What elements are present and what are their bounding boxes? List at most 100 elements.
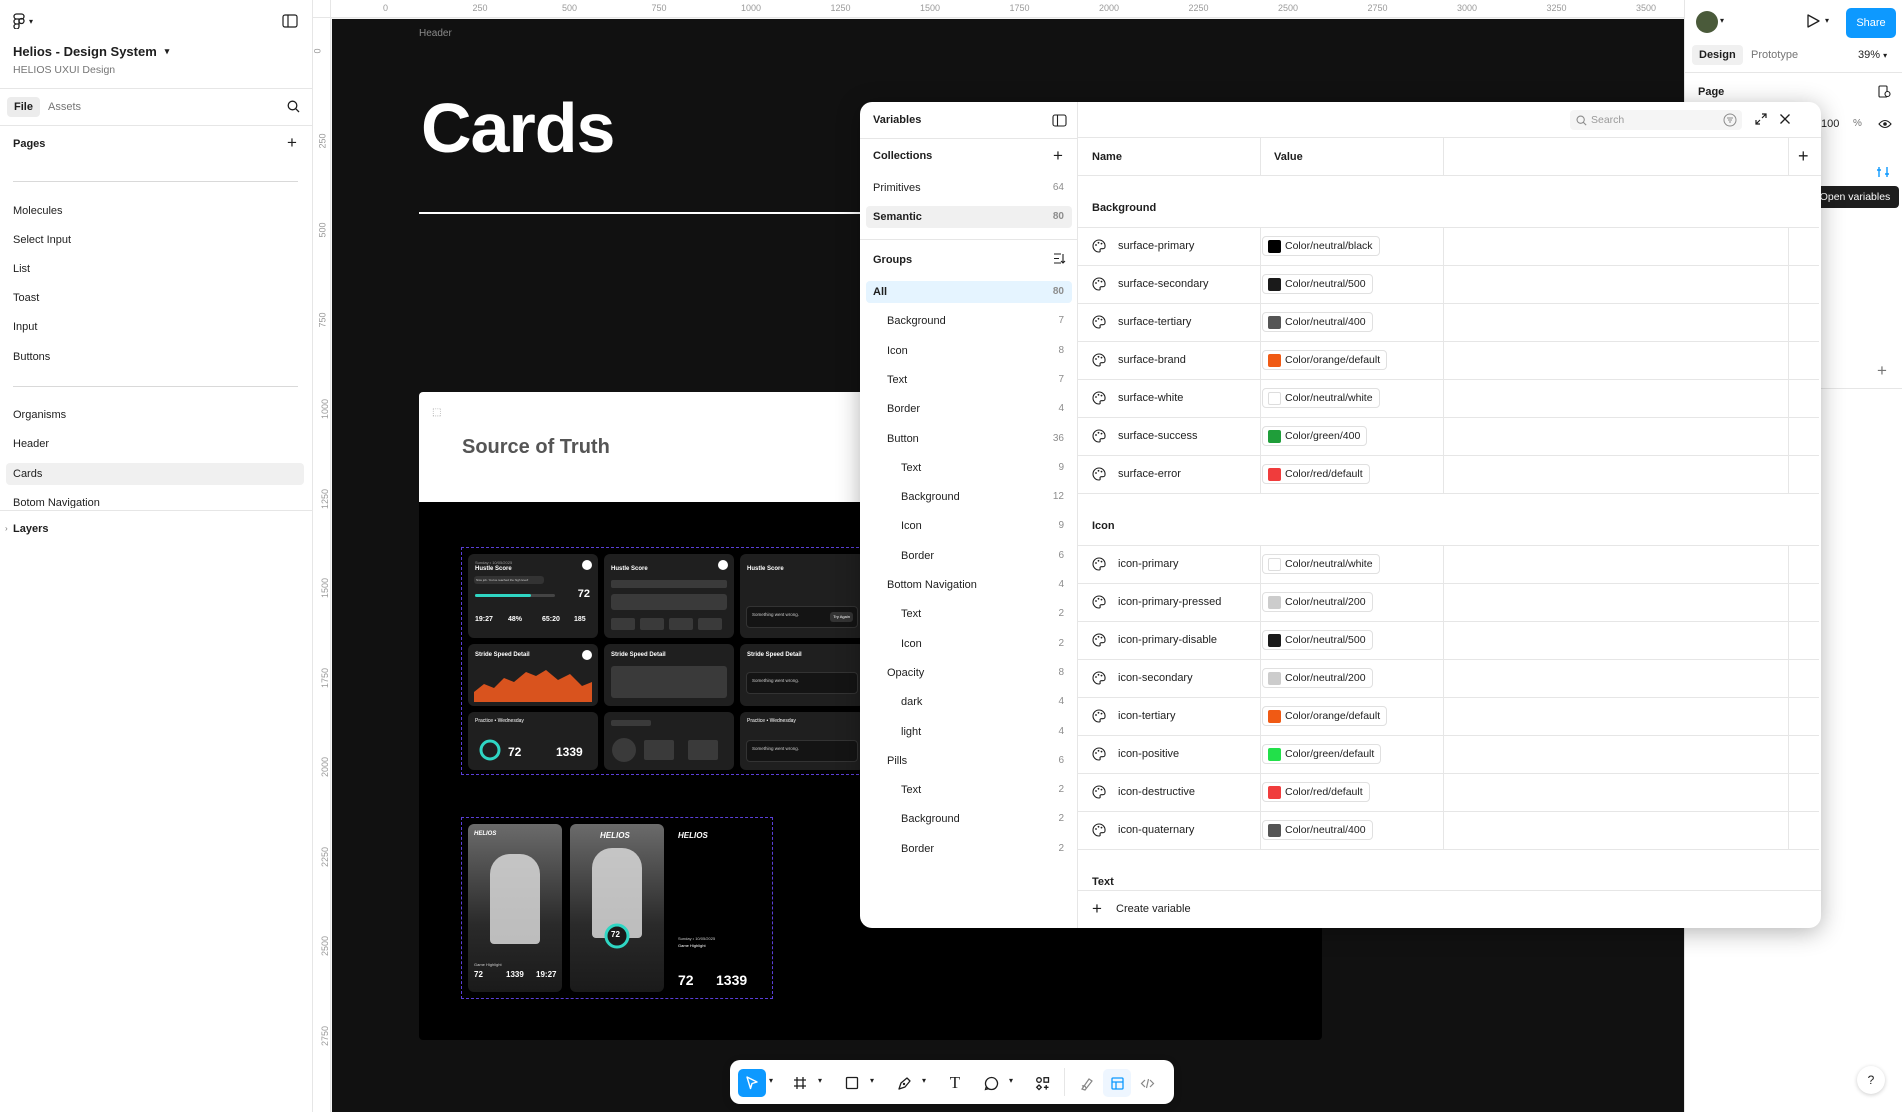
tab-file[interactable]: File xyxy=(7,97,40,117)
variable-row[interactable]: surface-brand Color/orange/default xyxy=(1078,342,1819,380)
group-item[interactable]: Text 7 xyxy=(866,369,1072,391)
variable-name[interactable]: icon-positive xyxy=(1118,748,1179,760)
share-button[interactable]: Share xyxy=(1846,8,1896,38)
page-style-icon[interactable] xyxy=(1878,85,1891,101)
variable-row[interactable]: icon-primary-disable Color/neutral/500 xyxy=(1078,622,1819,660)
toggle-sidebar-icon[interactable] xyxy=(282,14,298,31)
variable-value[interactable]: Color/red/default xyxy=(1262,782,1370,802)
hustle-score-card[interactable]: Sunday • 10/05/2025 Hustle Score Nice jo… xyxy=(468,554,598,638)
group-item[interactable]: dark 4 xyxy=(866,691,1072,713)
variable-name[interactable]: surface-success xyxy=(1118,430,1197,442)
tab-design[interactable]: Design xyxy=(1692,45,1743,65)
highlight-cards-group[interactable]: HELIOS Game Highlight 72 1339 19:27 HELI… xyxy=(461,817,773,999)
layers-label[interactable]: Layers xyxy=(13,523,48,535)
page-item-header[interactable]: Header xyxy=(6,433,304,455)
cards-group[interactable]: Sunday • 10/05/2025 Hustle Score Nice jo… xyxy=(461,547,865,775)
add-page-icon[interactable]: + xyxy=(287,134,297,151)
close-icon[interactable] xyxy=(1779,113,1791,128)
page-item-molecules[interactable]: Molecules xyxy=(6,200,304,222)
dev-mode-button[interactable] xyxy=(1133,1069,1161,1097)
variable-value[interactable]: Color/neutral/white xyxy=(1262,554,1380,574)
collection-item[interactable]: Primitives 64 xyxy=(866,177,1072,199)
variable-row[interactable]: icon-quaternary Color/neutral/400 xyxy=(1078,812,1819,850)
variable-name[interactable]: surface-secondary xyxy=(1118,278,1209,290)
variable-row[interactable]: surface-white Color/neutral/white xyxy=(1078,380,1819,418)
variable-row[interactable]: icon-primary Color/neutral/white xyxy=(1078,546,1819,584)
collection-item[interactable]: Semantic 80 xyxy=(866,206,1072,228)
variable-name[interactable]: surface-primary xyxy=(1118,240,1194,252)
page-item-input[interactable]: Input xyxy=(6,316,304,338)
variable-value[interactable]: Color/orange/default xyxy=(1262,706,1388,726)
design-mode-button[interactable] xyxy=(1103,1069,1131,1097)
main-menu-button[interactable]: ▾ xyxy=(12,13,33,29)
page-item-botom-navigation[interactable]: Botom Navigation xyxy=(6,492,304,508)
draw-mode-button[interactable] xyxy=(1073,1069,1101,1097)
group-item[interactable]: Text 9 xyxy=(866,457,1072,479)
text-tool-button[interactable]: T xyxy=(941,1069,969,1097)
create-variable-button[interactable]: Create variable xyxy=(1116,903,1191,915)
variable-name[interactable]: icon-quaternary xyxy=(1118,824,1194,836)
stride-speed-skeleton[interactable]: Stride Speed Detail xyxy=(604,644,734,706)
add-icon[interactable]: + xyxy=(1092,899,1102,919)
group-item[interactable]: Border 4 xyxy=(866,398,1072,420)
components-tool-button[interactable] xyxy=(1028,1069,1056,1097)
variable-value[interactable]: Color/neutral/400 xyxy=(1262,312,1373,332)
variable-value[interactable]: Color/neutral/400 xyxy=(1262,820,1373,840)
variable-name[interactable]: icon-destructive xyxy=(1118,786,1195,798)
variable-row[interactable]: icon-primary-pressed Color/neutral/200 xyxy=(1078,584,1819,622)
practice-skeleton[interactable] xyxy=(604,712,734,770)
variable-value[interactable]: Color/neutral/white xyxy=(1262,388,1380,408)
variable-value[interactable]: Color/orange/default xyxy=(1262,350,1388,370)
frame-label[interactable]: Header xyxy=(419,28,452,39)
page-item-cards[interactable]: Cards xyxy=(6,463,304,485)
search-icon[interactable] xyxy=(287,100,300,116)
variable-value[interactable]: Color/green/400 xyxy=(1262,426,1368,446)
group-item[interactable]: Bottom Navigation 4 xyxy=(866,574,1072,596)
move-tool-button[interactable] xyxy=(738,1069,766,1097)
variable-row[interactable]: icon-secondary Color/neutral/200 xyxy=(1078,660,1819,698)
search-input[interactable]: Search xyxy=(1570,110,1742,130)
group-item[interactable]: light 4 xyxy=(866,721,1072,743)
chevron-down-icon[interactable]: ▾ xyxy=(1009,1076,1013,1085)
chevron-right-icon[interactable]: › xyxy=(5,524,8,533)
help-button[interactable]: ? xyxy=(1857,1066,1885,1094)
variable-row[interactable]: surface-secondary Color/neutral/500 xyxy=(1078,266,1819,304)
variable-value[interactable]: Color/neutral/500 xyxy=(1262,274,1373,294)
opacity-value[interactable]: 100 xyxy=(1821,118,1839,130)
column-name[interactable]: Name xyxy=(1092,151,1122,163)
stride-speed-card[interactable]: Stride Speed Detail xyxy=(468,644,598,706)
zoom-level[interactable]: 39% ▾ xyxy=(1858,49,1887,61)
add-export-icon[interactable]: + xyxy=(1877,361,1887,381)
hustle-score-skeleton[interactable]: Hustle Score xyxy=(604,554,734,638)
variable-row[interactable]: icon-tertiary Color/orange/default xyxy=(1078,698,1819,736)
variable-value[interactable]: Color/neutral/500 xyxy=(1262,630,1373,650)
variable-row[interactable]: surface-success Color/green/400 xyxy=(1078,418,1819,456)
variable-name[interactable]: surface-error xyxy=(1118,468,1181,480)
eye-icon[interactable] xyxy=(1878,119,1892,132)
variable-row[interactable]: icon-positive Color/green/default xyxy=(1078,736,1819,774)
chevron-down-icon[interactable]: ▾ xyxy=(1720,16,1724,25)
variable-name[interactable]: surface-white xyxy=(1118,392,1183,404)
comment-tool-button[interactable] xyxy=(977,1069,1005,1097)
variable-value[interactable]: Color/neutral/200 xyxy=(1262,668,1373,688)
avatar[interactable] xyxy=(1696,11,1718,33)
group-item[interactable]: Text 2 xyxy=(866,603,1072,625)
tab-assets[interactable]: Assets xyxy=(48,97,81,117)
variable-row[interactable]: surface-primary Color/neutral/black xyxy=(1078,228,1819,266)
variable-value[interactable]: Color/red/default xyxy=(1262,464,1370,484)
group-item[interactable]: Pills 6 xyxy=(866,750,1072,772)
practice-error[interactable]: Practice • Wednesday Something went wron… xyxy=(740,712,865,770)
chevron-down-icon[interactable]: ▾ xyxy=(922,1076,926,1085)
page-item-toast[interactable]: Toast xyxy=(6,287,304,309)
variable-name[interactable]: surface-brand xyxy=(1118,354,1186,366)
game-highlight-card[interactable]: HELIOS Game Highlight 72 1339 19:27 xyxy=(468,824,562,992)
stride-speed-error[interactable]: Stride Speed Detail Something went wrong… xyxy=(740,644,865,706)
variable-name[interactable]: icon-primary-pressed xyxy=(1118,596,1221,608)
variable-value[interactable]: Color/neutral/black xyxy=(1262,236,1380,256)
variable-name[interactable]: icon-tertiary xyxy=(1118,710,1175,722)
variable-name[interactable]: icon-primary xyxy=(1118,558,1179,570)
variable-row[interactable]: icon-destructive Color/red/default xyxy=(1078,774,1819,812)
group-item[interactable]: Border 6 xyxy=(866,545,1072,567)
expand-icon[interactable] xyxy=(1755,113,1767,128)
variable-value[interactable]: Color/neutral/200 xyxy=(1262,592,1373,612)
